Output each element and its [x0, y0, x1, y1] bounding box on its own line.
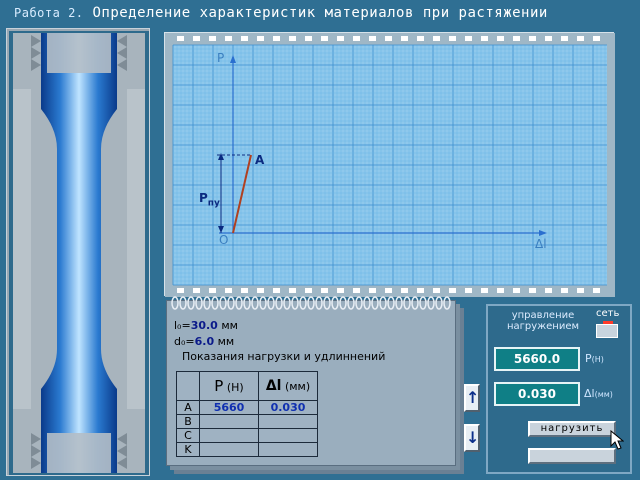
elongation-readout: 0.030 — [494, 382, 580, 406]
specimen-drawing — [9, 31, 149, 475]
window-title: Работа 2. Определение характеристик мате… — [14, 3, 548, 23]
work-number: Работа 2. — [14, 6, 84, 20]
control-title: управление нагружением — [506, 310, 580, 332]
table-row: B — [176, 414, 318, 429]
table-row: C — [176, 428, 318, 443]
net-label: сеть — [596, 308, 620, 319]
table-caption: Показания нагрузки и удлиннений — [182, 350, 386, 363]
secondary-button[interactable] — [528, 448, 616, 464]
elongation-unit: Δl(мм) — [584, 387, 613, 400]
py-label: Pпу — [199, 191, 220, 209]
title-text: Определение характеристик материалов при… — [92, 5, 548, 21]
graph-panel: P Δl O A Pпу — [164, 32, 615, 297]
x-axis-label: Δl — [535, 237, 547, 251]
origin-label: O — [219, 233, 229, 247]
specimen-view — [6, 28, 150, 476]
graph-grid — [165, 33, 615, 297]
notebook-spiral — [171, 296, 451, 310]
net-switch[interactable] — [596, 321, 618, 338]
load-unit: P(Н) — [585, 352, 604, 365]
point-a-label: A — [255, 153, 265, 167]
scroll-down-button[interactable]: ↓ — [464, 424, 480, 452]
d0-line: d₀=6.0 мм — [174, 335, 235, 348]
y-axis-label: P — [217, 51, 225, 65]
table-row: K — [176, 442, 318, 457]
mouse-cursor-icon — [610, 430, 624, 450]
table-row: A 5660 0.030 — [176, 400, 318, 415]
net-indicator-icon — [603, 321, 613, 324]
readings-table: P (Н) Δl (мм) A 5660 0.030 B C K — [176, 371, 318, 457]
load-button[interactable]: нагрузить — [528, 421, 616, 437]
col-elongation-header: Δl (мм) — [258, 371, 318, 401]
col-load-header: P (Н) — [199, 371, 259, 401]
table-header-row: P (Н) Δl (мм) — [176, 371, 318, 401]
load-readout: 5660.0 — [494, 347, 580, 371]
scroll-up-button[interactable]: ↑ — [464, 384, 480, 412]
l0-line: l₀=30.0 мм — [174, 319, 238, 332]
